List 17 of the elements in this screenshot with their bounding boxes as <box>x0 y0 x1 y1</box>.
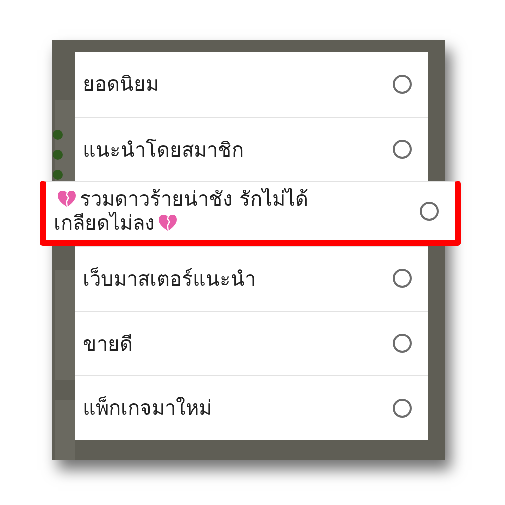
broken-heart-icon <box>158 214 178 232</box>
radio-button[interactable] <box>393 140 412 159</box>
option-label: เกลียดไม่ลง <box>54 211 155 236</box>
option-row[interactable]: ขายดี <box>75 310 428 376</box>
option-label: รวมดาวร้ายน่าชัง รักไม่ได้ <box>80 187 308 212</box>
option-label: แนะนำโดยสมาชิก <box>83 138 244 162</box>
option-row[interactable]: รวมดาวร้ายน่าชัง รักไม่ได้ เกลียดไม่ลง <box>40 181 461 246</box>
radio-button[interactable] <box>420 202 439 221</box>
option-label: ยอดนิยม <box>83 72 159 96</box>
option-label: แพ็กเกจมาใหม่ <box>83 396 212 420</box>
option-label: ขายดี <box>83 332 133 356</box>
radio-button[interactable] <box>393 398 412 418</box>
radio-button[interactable] <box>393 269 412 288</box>
broken-heart-icon <box>57 190 77 208</box>
radio-button[interactable] <box>393 74 412 94</box>
option-label: เว็บมาสเตอร์แนะนำ <box>83 266 256 291</box>
radio-button[interactable] <box>393 334 412 354</box>
